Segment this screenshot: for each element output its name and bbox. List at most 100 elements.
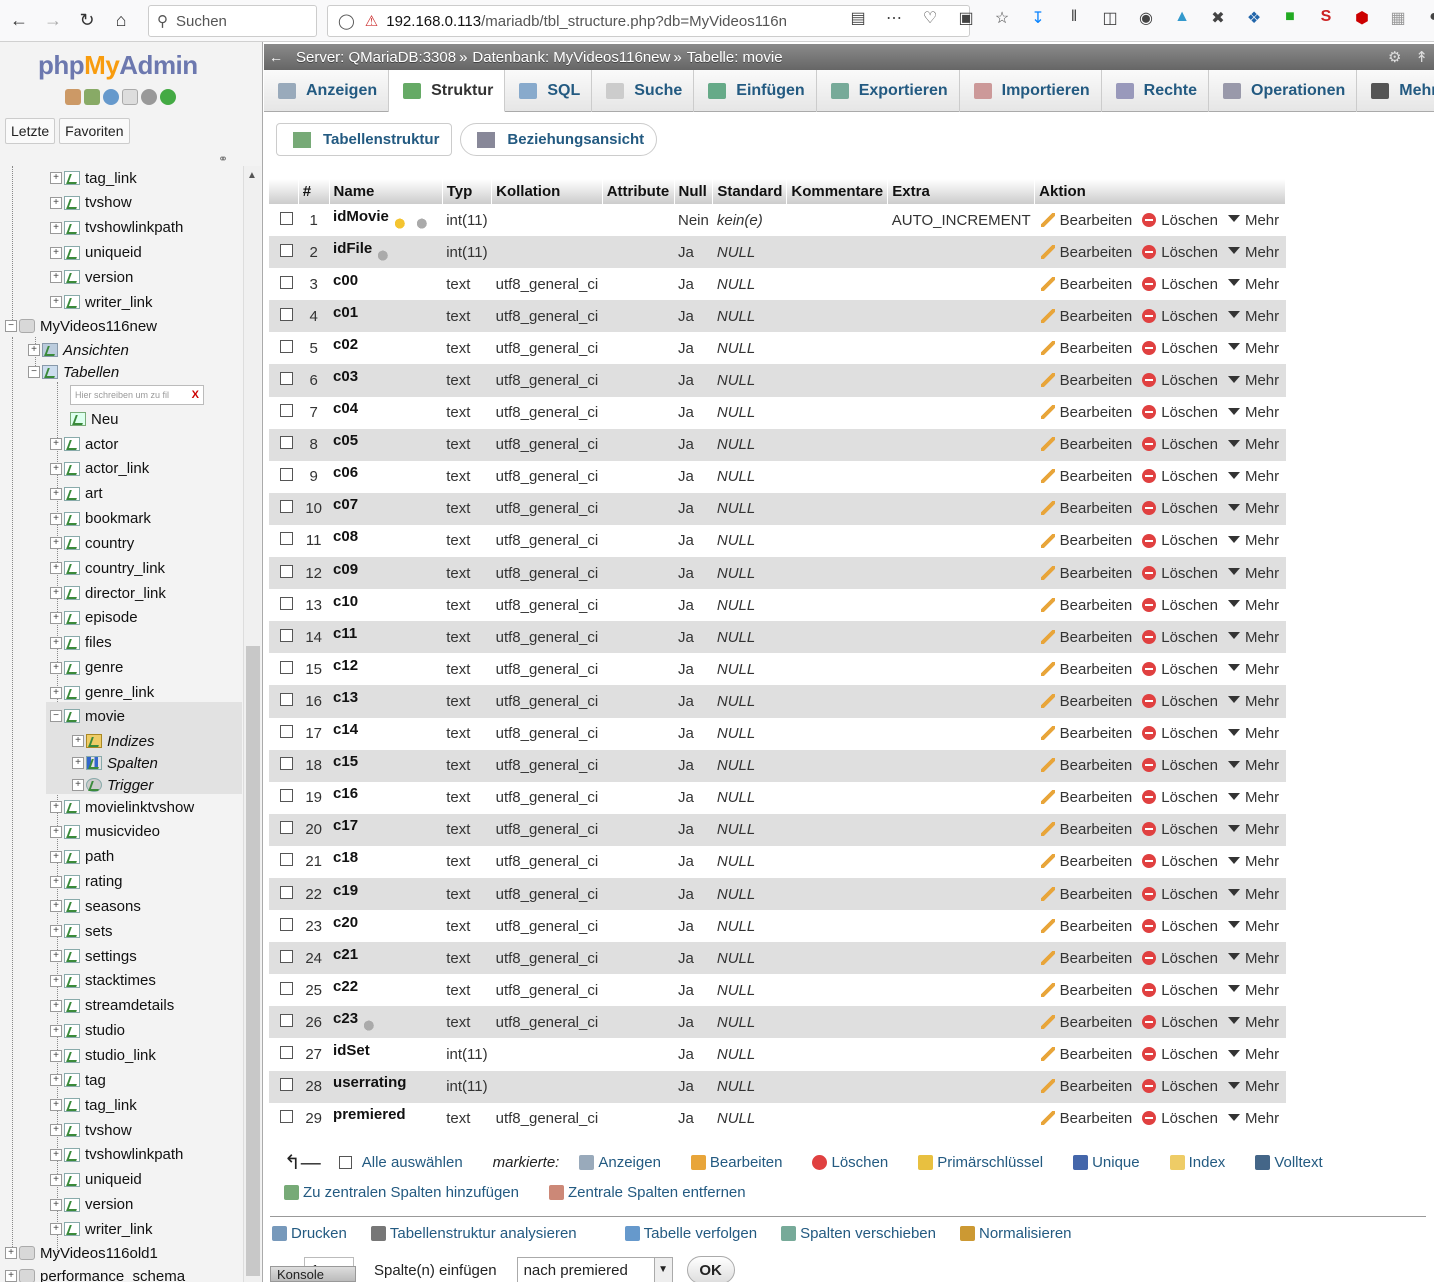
- logout-icon[interactable]: [84, 89, 100, 105]
- tree-table-movie[interactable]: − movie: [50, 704, 125, 728]
- expand-icon[interactable]: +: [50, 950, 62, 963]
- collapse-nav-icon[interactable]: ←: [264, 49, 288, 65]
- docs-icon[interactable]: [122, 89, 138, 105]
- tree-table[interactable]: + actor: [50, 432, 118, 456]
- expand-icon[interactable]: +: [50, 1173, 62, 1186]
- expand-icon[interactable]: +: [50, 875, 62, 888]
- expand-icon[interactable]: −: [50, 710, 62, 722]
- bulk-primary-link[interactable]: Primärschlüssel: [918, 1154, 1043, 1171]
- tree-table[interactable]: + sets: [50, 919, 113, 943]
- row-checkbox[interactable]: [280, 821, 293, 835]
- tab-5[interactable]: Exportieren: [817, 70, 960, 112]
- expand-icon[interactable]: +: [50, 1099, 62, 1112]
- favorites-tab[interactable]: Favoriten: [59, 118, 130, 144]
- tree-table[interactable]: + genre_link: [50, 681, 154, 705]
- expand-icon[interactable]: +: [50, 611, 62, 624]
- sidebar-icon[interactable]: ◫: [1097, 8, 1123, 28]
- home-icon[interactable]: ⌂: [106, 6, 136, 36]
- home-icon[interactable]: [65, 89, 81, 105]
- tree-table[interactable]: + settings: [50, 944, 137, 968]
- expand-icon[interactable]: +: [50, 1024, 62, 1037]
- more-link[interactable]: Mehr: [1227, 436, 1279, 453]
- row-checkbox[interactable]: [280, 692, 293, 706]
- more-link[interactable]: Mehr: [1227, 404, 1279, 421]
- adblock-icon[interactable]: ⬢: [1349, 8, 1375, 28]
- row-checkbox[interactable]: [280, 500, 293, 514]
- tree-database[interactable]: + performance_schema: [5, 1264, 185, 1282]
- delete-link[interactable]: Löschen: [1142, 918, 1218, 935]
- more-link[interactable]: Mehr: [1227, 597, 1279, 614]
- row-checkbox[interactable]: [280, 917, 293, 931]
- column-header[interactable]: Extra: [887, 179, 1036, 204]
- column-header[interactable]: Typ: [442, 179, 493, 204]
- more-link[interactable]: Mehr: [1227, 950, 1279, 967]
- analyze-link[interactable]: Tabellenstruktur analysieren: [370, 1225, 577, 1242]
- forward-icon[interactable]: →: [38, 6, 68, 36]
- row-checkbox[interactable]: [280, 596, 293, 610]
- delete-link[interactable]: Löschen: [1142, 276, 1218, 293]
- expand-icon[interactable]: +: [50, 900, 62, 913]
- delete-link[interactable]: Löschen: [1142, 1110, 1218, 1127]
- edit-link[interactable]: Bearbeiten: [1040, 982, 1132, 999]
- expand-icon[interactable]: +: [50, 686, 62, 699]
- clear-filter-icon[interactable]: X: [192, 390, 199, 401]
- more-link[interactable]: Mehr: [1227, 308, 1279, 325]
- row-checkbox[interactable]: [280, 211, 293, 225]
- row-checkbox[interactable]: [280, 1013, 293, 1027]
- tree-table[interactable]: + seasons: [50, 894, 141, 918]
- tree-table[interactable]: + tag: [50, 1068, 106, 1092]
- tab-0[interactable]: Anzeigen: [264, 70, 390, 112]
- more-link[interactable]: Mehr: [1227, 789, 1279, 806]
- row-checkbox[interactable]: [280, 468, 293, 482]
- tree-table[interactable]: + stacktimes: [50, 969, 156, 993]
- edit-link[interactable]: Bearbeiten: [1040, 886, 1132, 903]
- delete-link[interactable]: Löschen: [1142, 1046, 1218, 1063]
- tab-3[interactable]: Suche: [592, 70, 695, 112]
- delete-link[interactable]: Löschen: [1142, 950, 1218, 967]
- expand-icon[interactable]: +: [5, 1247, 17, 1259]
- edit-link[interactable]: Bearbeiten: [1040, 404, 1132, 421]
- edit-link[interactable]: Bearbeiten: [1040, 565, 1132, 582]
- settings-icon[interactable]: [141, 89, 157, 105]
- more-link[interactable]: Mehr: [1227, 693, 1279, 710]
- delete-link[interactable]: Löschen: [1142, 693, 1218, 710]
- expand-icon[interactable]: −: [5, 320, 17, 332]
- back-icon[interactable]: ←: [4, 6, 34, 36]
- delete-link[interactable]: Löschen: [1142, 532, 1218, 549]
- screenshot-icon[interactable]: ▣: [953, 8, 979, 28]
- delete-link[interactable]: Löschen: [1142, 565, 1218, 582]
- row-checkbox[interactable]: [280, 372, 293, 386]
- expand-icon[interactable]: +: [50, 537, 62, 550]
- breadcrumb-server[interactable]: Server: QMariaDB:3308: [296, 49, 456, 66]
- tree-table[interactable]: + tvshow: [50, 191, 132, 215]
- tab-2[interactable]: SQL: [505, 70, 593, 112]
- delete-link[interactable]: Löschen: [1142, 372, 1218, 389]
- tree-table[interactable]: + actor_link: [50, 457, 149, 481]
- more-link[interactable]: Mehr: [1227, 1078, 1279, 1095]
- tree-table[interactable]: + episode: [50, 606, 138, 630]
- expand-icon[interactable]: +: [50, 925, 62, 938]
- row-checkbox[interactable]: [280, 628, 293, 642]
- ok-button[interactable]: OK: [686, 1256, 735, 1282]
- ext-green-icon[interactable]: ■: [1277, 8, 1303, 28]
- tree-table[interactable]: + writer_link: [50, 290, 153, 314]
- expand-icon[interactable]: +: [50, 487, 62, 500]
- pocket-icon[interactable]: ♡: [917, 8, 943, 28]
- phpmyadmin-logo[interactable]: phpMyAdmin: [38, 50, 198, 81]
- row-checkbox[interactable]: [280, 404, 293, 418]
- expand-icon[interactable]: +: [50, 196, 62, 209]
- tree-table[interactable]: + country_link: [50, 556, 165, 580]
- edit-link[interactable]: Bearbeiten: [1040, 1110, 1132, 1127]
- more-link[interactable]: Mehr: [1227, 757, 1279, 774]
- expand-icon[interactable]: +: [72, 779, 84, 791]
- edit-link[interactable]: Bearbeiten: [1040, 1046, 1132, 1063]
- expand-icon[interactable]: +: [50, 562, 62, 575]
- move-columns-link[interactable]: Spalten verschieben: [781, 1225, 936, 1242]
- settings-gear-icon[interactable]: ⚙: [1388, 48, 1401, 66]
- delete-link[interactable]: Löschen: [1142, 629, 1218, 646]
- row-checkbox[interactable]: [280, 949, 293, 963]
- bookmark-star-icon[interactable]: ☆: [989, 8, 1015, 28]
- row-checkbox[interactable]: [280, 981, 293, 995]
- more-link[interactable]: Mehr: [1227, 212, 1279, 229]
- delete-link[interactable]: Löschen: [1142, 597, 1218, 614]
